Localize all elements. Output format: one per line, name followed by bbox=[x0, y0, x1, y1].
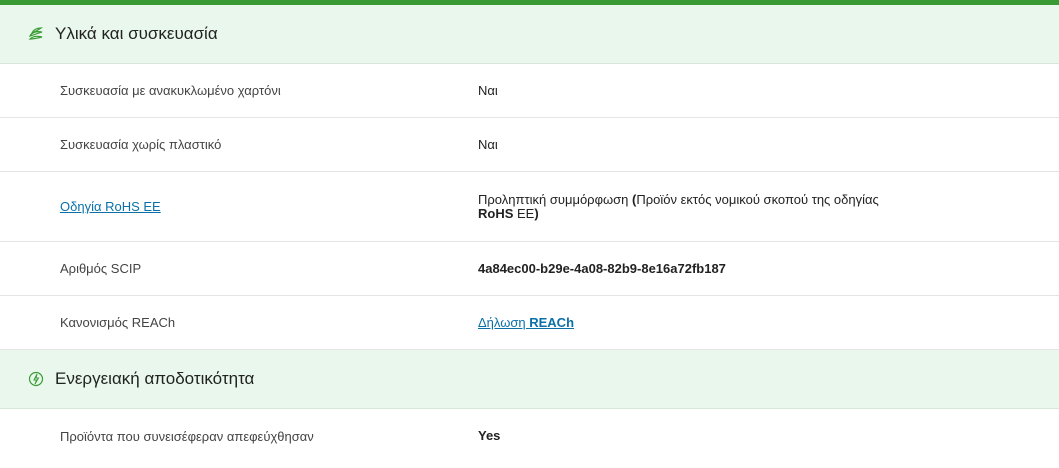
section-header-energy[interactable]: Ενεργειακή αποδοτικότητα bbox=[0, 350, 1059, 409]
row-label: Αριθμός SCIP bbox=[60, 261, 142, 276]
leaves-icon bbox=[27, 25, 45, 43]
table-row: Συσκευασία χωρίς πλαστικό Ναι bbox=[0, 118, 1059, 172]
link-text-bold: REACh bbox=[529, 314, 575, 330]
table-row: Κανονισμός REACh Δήλωση REACh bbox=[0, 296, 1059, 350]
row-label: Προϊόντα που συνεισέφεραν απεφεύχθησαν bbox=[60, 428, 314, 444]
section-header-materials[interactable]: Υλικά και συσκευασία bbox=[0, 5, 1059, 64]
table-row: Προϊόντα που συνεισέφεραν απεφεύχθησαν Y… bbox=[0, 409, 1059, 463]
value-part: Προϊόν εκτός νομικού σκοπού της οδηγίας bbox=[636, 191, 879, 207]
row-value: Ναι bbox=[478, 82, 498, 98]
value-part: Προληπτική συμμόρφωση bbox=[478, 191, 633, 207]
section-title: Υλικά και συσκευασία bbox=[55, 24, 218, 43]
link-text: Δήλωση bbox=[478, 314, 530, 330]
table-row: Αριθμός SCIP 4a84ec00-b29e-4a08-82b9-8e1… bbox=[0, 242, 1059, 296]
table-row: Συσκευασία με ανακυκλωμένο χαρτόνι Ναι bbox=[0, 64, 1059, 118]
section-title: Ενεργειακή αποδοτικότητα bbox=[55, 369, 255, 388]
row-label-container: Οδηγία RoHS EE bbox=[0, 199, 478, 214]
row-value: Ναι bbox=[478, 136, 498, 152]
energy-leaf-icon bbox=[27, 370, 45, 388]
rohs-compliance-value: Προληπτική συμμόρφωση (Προϊόν εκτός νομι… bbox=[478, 191, 908, 221]
row-label: Κανονισμός REACh bbox=[60, 315, 176, 330]
value-part: ΕΕ bbox=[513, 205, 535, 221]
row-label: Συσκευασία χωρίς πλαστικό bbox=[60, 137, 222, 152]
value-part: RoHS bbox=[478, 205, 514, 221]
table-row: Οδηγία RoHS EE Προληπτική συμμόρφωση (Πρ… bbox=[0, 172, 1059, 242]
scip-number-value: 4a84ec00-b29e-4a08-82b9-8e16a72fb187 bbox=[478, 260, 726, 276]
row-value-container: Δήλωση REACh bbox=[478, 315, 908, 330]
value-part: ) bbox=[534, 205, 539, 221]
row-label: Συσκευασία με ανακυκλωμένο χαρτόνι bbox=[60, 83, 281, 98]
reach-declaration-link[interactable]: Δήλωση REACh bbox=[478, 315, 574, 330]
row-value: Yes bbox=[478, 428, 501, 443]
rohs-directive-link[interactable]: Οδηγία RoHS EE bbox=[60, 199, 161, 214]
